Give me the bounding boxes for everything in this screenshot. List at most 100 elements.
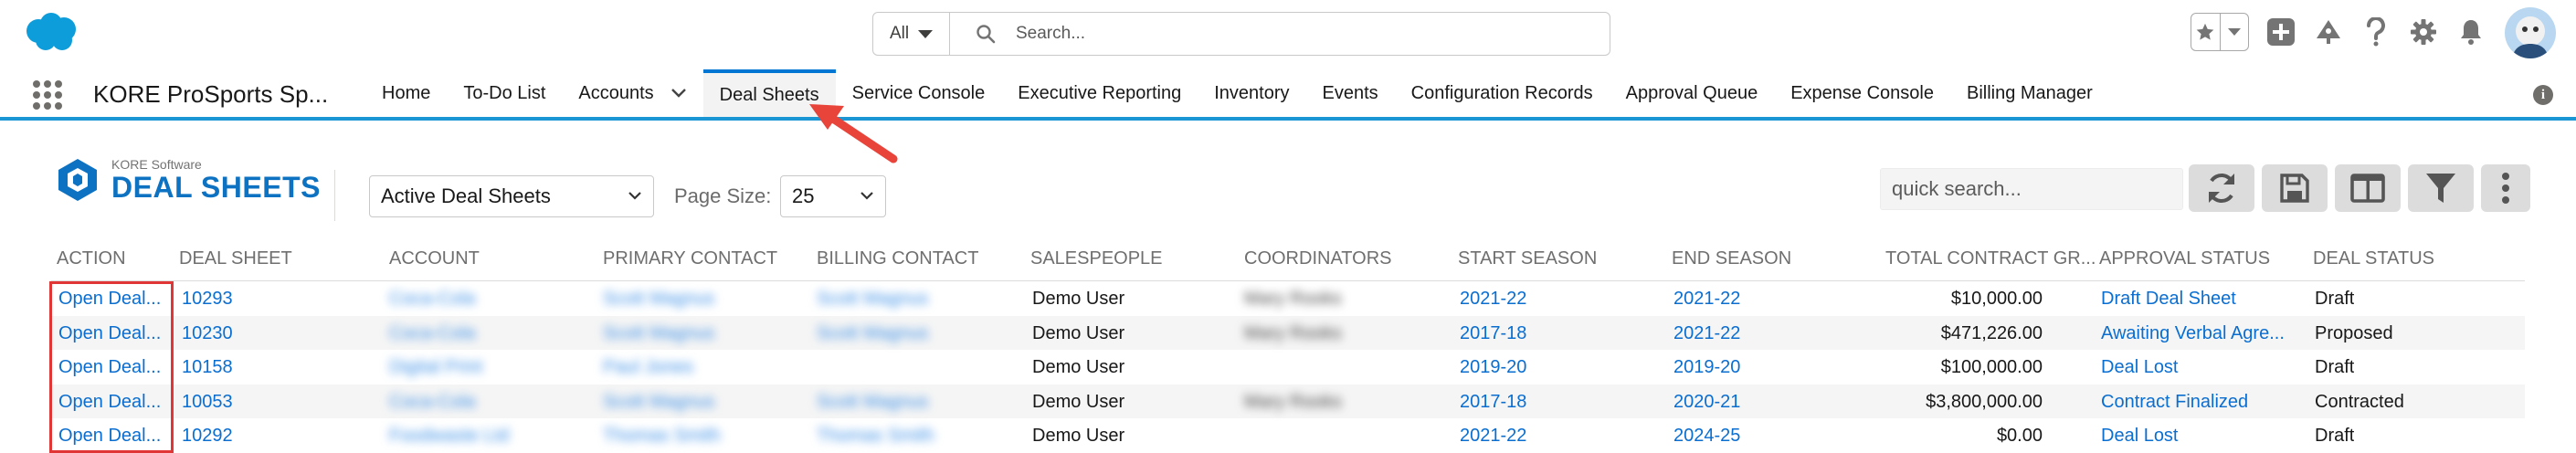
nav-item-accounts[interactable]: Accounts	[562, 69, 702, 117]
chevron-down-icon	[918, 29, 934, 38]
primary-contact-link[interactable]: Paul Jones	[603, 357, 693, 378]
primary-contact-link[interactable]: Scott Magnus	[603, 323, 714, 344]
approval-status-link[interactable]: Awaiting Verbal Agre...	[2101, 323, 2306, 344]
salespeople-cell: Demo User	[1032, 322, 1125, 343]
user-avatar[interactable]	[2505, 7, 2556, 58]
column-header-primary-contact[interactable]: PRIMARY CONTACT	[603, 248, 777, 269]
end-season-link[interactable]: 2021-22	[1673, 323, 1740, 344]
filter-button[interactable]	[2408, 164, 2474, 212]
column-header-approval-status[interactable]: APPROVAL STATUS	[2099, 248, 2270, 269]
notification-bell-icon[interactable]	[2455, 16, 2486, 47]
nav-item-events[interactable]: Events	[1306, 69, 1395, 117]
column-header-start-season[interactable]: START SEASON	[1458, 248, 1597, 269]
help-icon[interactable]	[2360, 16, 2391, 47]
columns-icon	[2350, 174, 2385, 203]
deal-sheets-table: ACTION DEAL SHEET ACCOUNT PRIMARY CONTAC…	[51, 239, 2525, 453]
annotation-arrow-icon	[809, 104, 898, 163]
end-season-link[interactable]: 2021-22	[1673, 289, 1740, 310]
account-link[interactable]: Coca-Cola	[389, 323, 475, 344]
more-icon	[2502, 173, 2509, 204]
column-header-end-season[interactable]: END SEASON	[1672, 248, 1791, 269]
info-icon[interactable]: i	[2533, 85, 2553, 105]
approval-status-link[interactable]: Deal Lost	[2101, 357, 2306, 378]
start-season-link[interactable]: 2017-18	[1460, 392, 1526, 413]
header-utility-icons	[2191, 13, 2486, 51]
column-header-account[interactable]: ACCOUNT	[389, 248, 480, 269]
column-header-total-contract[interactable]: TOTAL CONTRACT GR...	[1885, 248, 2096, 269]
approval-status-link[interactable]: Deal Lost	[2101, 426, 2306, 447]
account-link[interactable]: Coca-Cola	[389, 392, 475, 413]
account-link[interactable]: Digital Print	[389, 357, 482, 378]
trailhead-icon[interactable]	[2313, 16, 2344, 47]
table-row: Open Deal... 10053 Coca-Cola Scott Magnu…	[51, 384, 2525, 418]
nav-item-home[interactable]: Home	[365, 69, 447, 117]
favorites-list-icon[interactable]	[2219, 14, 2249, 50]
app-launcher-icon[interactable]	[33, 80, 62, 110]
primary-contact-link[interactable]: Scott Magnus	[603, 392, 714, 413]
table-row: Open Deal... 10230 Coca-Cola Scott Magnu…	[51, 315, 2525, 350]
column-header-deal-status[interactable]: DEAL STATUS	[2313, 248, 2434, 269]
nav-item-executive-reporting[interactable]: Executive Reporting	[1001, 69, 1198, 117]
deal-sheet-link[interactable]: 10230	[182, 323, 233, 344]
nav-item-approval-queue[interactable]: Approval Queue	[1610, 69, 1775, 117]
account-link[interactable]: Foodwaste Ltd	[389, 426, 509, 447]
start-season-link[interactable]: 2021-22	[1460, 289, 1526, 310]
primary-contact-link[interactable]: Thomas Smith	[603, 426, 721, 447]
column-header-salespeople[interactable]: SALESPEOPLE	[1030, 248, 1163, 269]
start-season-link[interactable]: 2019-20	[1460, 357, 1526, 378]
table-row: Open Deal... 10292 Foodwaste Ltd Thomas …	[51, 418, 2525, 453]
app-name: KORE ProSports Sp...	[93, 80, 329, 108]
column-header-billing-contact[interactable]: BILLING CONTACT	[817, 248, 978, 269]
search-input[interactable]	[1016, 24, 1564, 44]
billing-contact-link[interactable]: Scott Magnus	[817, 289, 928, 310]
quick-search-input[interactable]	[1880, 168, 2183, 210]
billing-contact-link[interactable]: Thomas Smith	[817, 426, 934, 447]
nav-item-billing-manager[interactable]: Billing Manager	[1950, 69, 2109, 117]
add-icon[interactable]	[2265, 16, 2296, 47]
annotation-highlight-box	[49, 281, 174, 453]
save-icon	[2280, 174, 2309, 203]
columns-button[interactable]	[2335, 164, 2401, 212]
table-row: Open Deal... 10293 Coca-Cola Scott Magnu…	[51, 281, 2525, 316]
deal-status-cell: Draft	[2315, 289, 2355, 309]
end-season-link[interactable]: 2024-25	[1673, 426, 1740, 447]
nav-item-configuration-records[interactable]: Configuration Records	[1395, 69, 1610, 117]
billing-contact-link[interactable]: Scott Magnus	[817, 392, 928, 413]
column-header-action[interactable]: ACTION	[57, 248, 126, 269]
account-link[interactable]: Coca-Cola	[389, 289, 475, 310]
approval-status-link[interactable]: Draft Deal Sheet	[2101, 289, 2306, 310]
end-season-link[interactable]: 2020-21	[1673, 392, 1740, 413]
approval-status-link[interactable]: Contract Finalized	[2101, 392, 2306, 413]
view-select[interactable]: Active Deal Sheets	[369, 175, 654, 217]
start-season-link[interactable]: 2021-22	[1460, 426, 1526, 447]
billing-contact-link[interactable]: Scott Magnus	[817, 323, 928, 344]
filter-icon	[2426, 174, 2455, 203]
setup-gear-icon[interactable]	[2408, 16, 2439, 47]
start-season-link[interactable]: 2017-18	[1460, 323, 1526, 344]
save-button[interactable]	[2262, 164, 2328, 212]
salesforce-logo-icon[interactable]	[22, 11, 80, 53]
nav-item-expense-console[interactable]: Expense Console	[1774, 69, 1950, 117]
deal-status-cell: Proposed	[2315, 322, 2393, 343]
deal-sheet-link[interactable]: 10053	[182, 392, 233, 413]
nav-item-inventory[interactable]: Inventory	[1198, 69, 1305, 117]
deal-sheet-link[interactable]: 10292	[182, 426, 233, 447]
favorites-group[interactable]	[2191, 13, 2249, 51]
search-scope-dropdown[interactable]: All	[873, 13, 950, 55]
page-title: DEAL SHEETS	[111, 171, 321, 204]
more-actions-button[interactable]	[2481, 164, 2530, 212]
page-size-select[interactable]: 25	[780, 175, 886, 217]
chevron-down-icon[interactable]	[670, 88, 687, 99]
total-contract-cell: $471,226.00	[1940, 322, 2043, 343]
column-header-coordinators[interactable]: COORDINATORS	[1244, 248, 1392, 269]
nav-item-to-do-list[interactable]: To-Do List	[447, 69, 562, 117]
deal-sheet-link[interactable]: 10293	[182, 289, 233, 310]
favorites-star-icon[interactable]	[2191, 14, 2220, 50]
end-season-link[interactable]: 2019-20	[1673, 357, 1740, 378]
primary-contact-link[interactable]: Scott Magnus	[603, 289, 714, 310]
search-icon	[977, 25, 996, 44]
global-search[interactable]: All	[872, 12, 1610, 56]
column-header-deal-sheet[interactable]: DEAL SHEET	[179, 248, 292, 269]
deal-sheet-link[interactable]: 10158	[182, 357, 233, 378]
refresh-button[interactable]	[2189, 164, 2254, 212]
